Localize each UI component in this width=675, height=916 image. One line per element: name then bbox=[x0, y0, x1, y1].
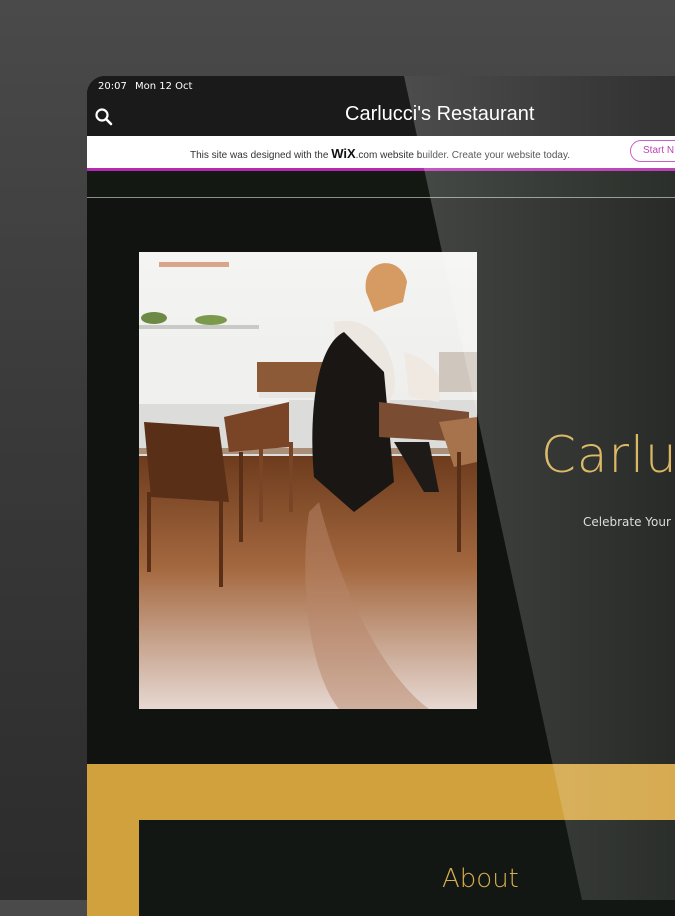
wix-banner[interactable]: This site was designed with the WiX.com … bbox=[87, 136, 675, 171]
search-icon[interactable] bbox=[93, 106, 115, 128]
page-title: Carlucci's Restaurant bbox=[345, 103, 535, 125]
restaurant-photo bbox=[139, 252, 477, 709]
wix-logo: WiX bbox=[331, 146, 356, 161]
gold-section-band bbox=[87, 764, 675, 824]
status-bar: 20:07 Mon 12 Oct bbox=[87, 76, 675, 98]
gold-section-side bbox=[87, 820, 139, 916]
start-now-button[interactable]: Start N bbox=[630, 140, 675, 162]
hero-subtitle: Celebrate Your S bbox=[583, 515, 675, 529]
wix-banner-suffix: website builder. Create your website tod… bbox=[377, 150, 571, 161]
status-date: Mon 12 Oct bbox=[135, 81, 193, 92]
site-header bbox=[87, 171, 675, 197]
wix-logo-suffix: .com bbox=[355, 150, 378, 161]
navigation-bar: Carlucci's Restaurant bbox=[87, 98, 675, 136]
status-time: 20:07 bbox=[98, 81, 127, 92]
about-section bbox=[139, 820, 675, 916]
wix-banner-text: This site was designed with the WiX.com … bbox=[190, 146, 570, 161]
header-divider bbox=[87, 197, 675, 198]
about-heading: About bbox=[442, 864, 519, 894]
hero-title: Carlucc bbox=[541, 426, 675, 484]
tablet-screen: 20:07 Mon 12 Oct Carlucci's Restaurant T… bbox=[87, 76, 675, 916]
wix-banner-prefix: This site was designed with the bbox=[190, 150, 332, 161]
